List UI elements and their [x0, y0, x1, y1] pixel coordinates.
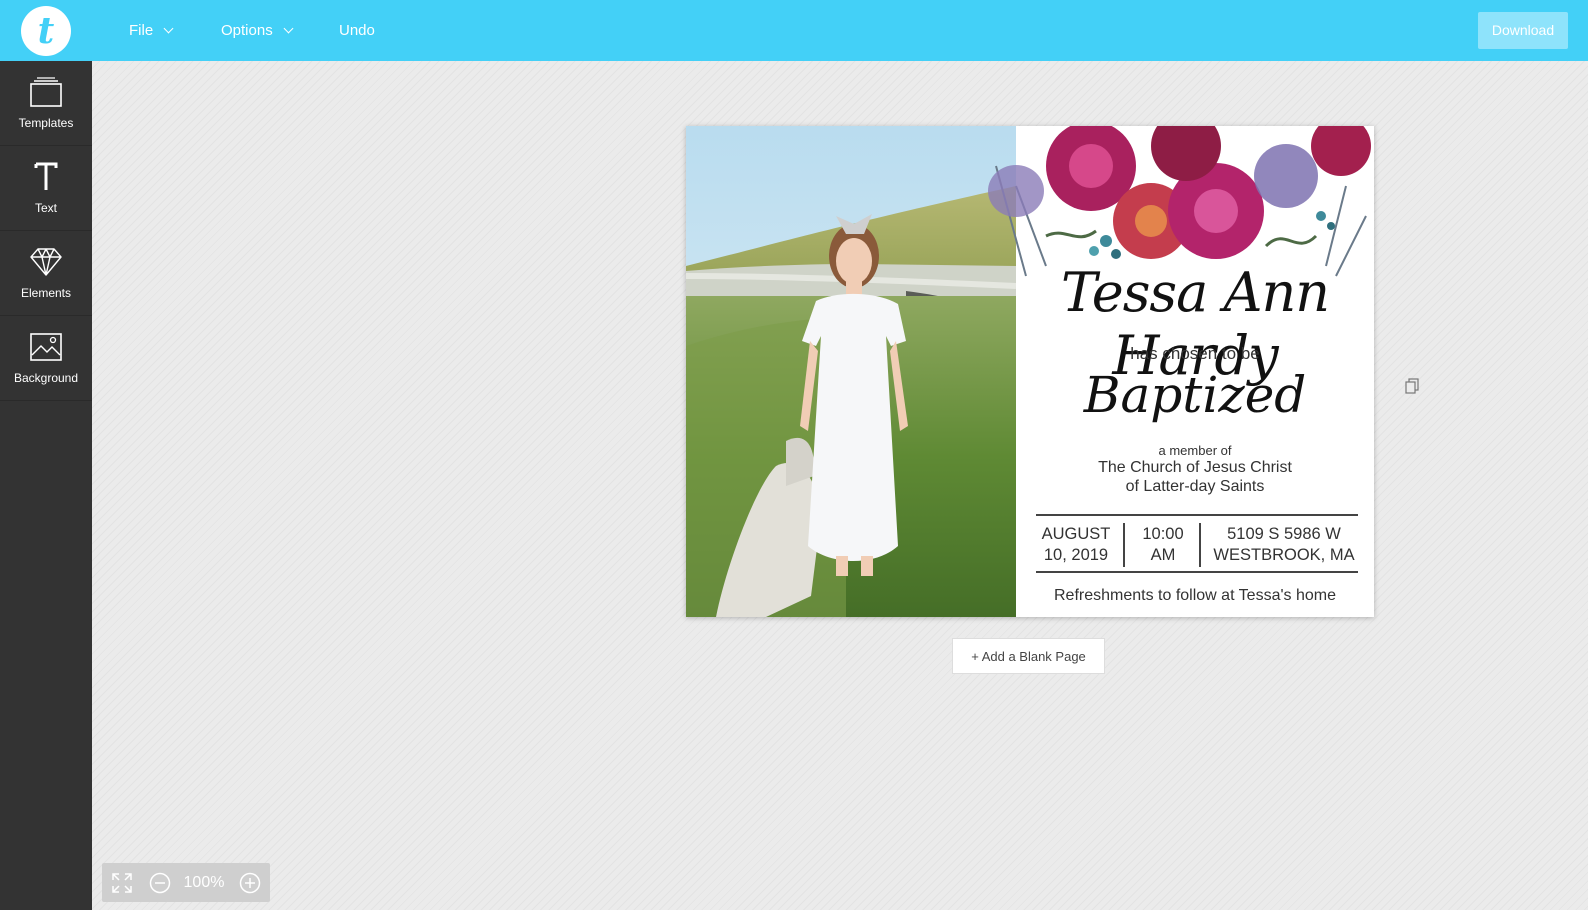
diamond-icon — [0, 245, 92, 279]
time-line-2: AM — [1150, 546, 1176, 564]
invitation-card[interactable]: Tessa Ann Hardy has chosen to be Baptize… — [686, 126, 1374, 617]
baptized-text[interactable]: Baptized — [1016, 366, 1374, 424]
sidebar: Templates Text Elements Background — [0, 61, 92, 910]
divider-vertical — [1199, 523, 1201, 567]
templates-icon — [0, 75, 92, 109]
sidebar-item-elements[interactable]: Elements — [0, 231, 92, 316]
sidebar-item-text[interactable]: Text — [0, 146, 92, 231]
app-logo[interactable]: t — [21, 6, 71, 56]
text-icon — [0, 160, 92, 194]
divider-top — [1036, 514, 1358, 516]
menu-file[interactable]: File — [129, 0, 174, 61]
refreshments-text[interactable]: Refreshments to follow at Tessa's home — [1016, 587, 1374, 605]
zoom-level: 100% — [183, 874, 225, 891]
divider-vertical — [1123, 523, 1125, 567]
member-text[interactable]: a member of — [1016, 443, 1374, 458]
download-button[interactable]: Download — [1478, 12, 1568, 49]
invitation-text-panel: Tessa Ann Hardy has chosen to be Baptize… — [1016, 126, 1374, 617]
background-image-icon — [0, 330, 92, 364]
address-line-1: 5109 S 5986 W — [1227, 525, 1341, 543]
date-block[interactable]: AUGUST 10, 2019 — [1030, 524, 1122, 566]
address-line-2: WESTBROOK, MA — [1213, 546, 1355, 564]
chevron-down-icon — [163, 23, 174, 34]
chosen-text[interactable]: has chosen to be — [1016, 344, 1374, 364]
add-blank-page-button[interactable]: + Add a Blank Page — [952, 638, 1105, 674]
zoom-in-icon[interactable] — [239, 872, 261, 894]
church-line-1[interactable]: The Church of Jesus Christ — [1016, 459, 1374, 477]
zoom-controls: 100% — [102, 863, 270, 902]
undo-label: Undo — [339, 22, 375, 39]
logo-letter: t — [37, 10, 55, 52]
menu-file-label: File — [129, 22, 154, 39]
sidebar-item-background[interactable]: Background — [0, 316, 92, 401]
top-toolbar: t File Options Undo Download — [0, 0, 1588, 61]
menu-options-label: Options — [221, 22, 273, 39]
sidebar-item-label: Text — [34, 201, 57, 215]
fit-screen-icon[interactable] — [112, 873, 132, 893]
sidebar-item-label: Elements — [20, 286, 72, 300]
address-block[interactable]: 5109 S 5986 W WESTBROOK, MA — [1204, 524, 1364, 566]
zoom-out-icon[interactable] — [149, 872, 171, 894]
time-line-1: 10:00 — [1142, 525, 1184, 543]
time-block[interactable]: 10:00 AM — [1128, 524, 1198, 566]
duplicate-page-icon[interactable] — [1405, 378, 1419, 394]
date-line-2: 10, 2019 — [1043, 546, 1109, 564]
chevron-down-icon — [283, 23, 294, 34]
menu-options[interactable]: Options — [221, 0, 294, 61]
divider-bottom — [1036, 571, 1358, 573]
date-line-1: AUGUST — [1041, 525, 1111, 543]
church-line-2[interactable]: of Latter-day Saints — [1016, 478, 1374, 496]
photo-image[interactable] — [686, 126, 1016, 617]
sidebar-item-templates[interactable]: Templates — [0, 61, 92, 146]
sidebar-item-label: Templates — [18, 116, 74, 130]
undo-button[interactable]: Undo — [339, 0, 375, 61]
sidebar-item-label: Background — [13, 371, 79, 385]
